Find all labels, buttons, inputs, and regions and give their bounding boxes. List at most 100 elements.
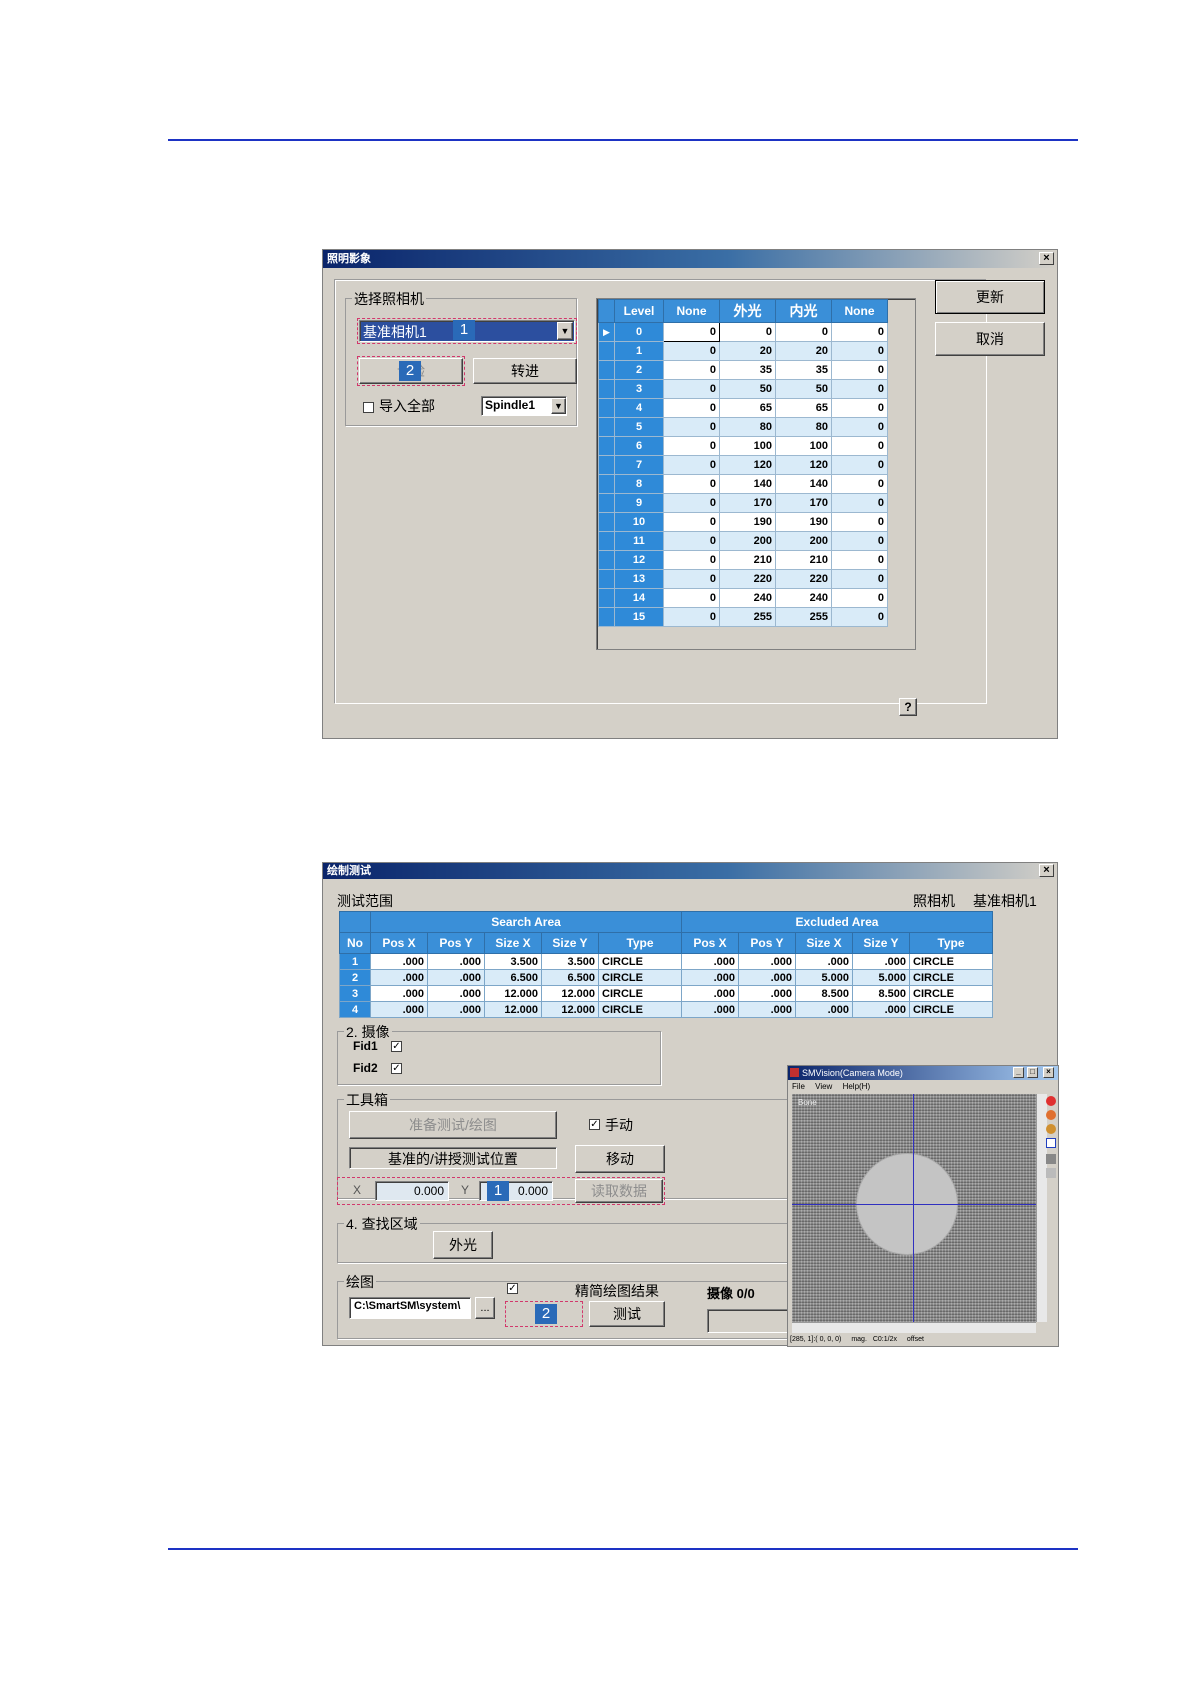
value-cell[interactable]: 6.500 [484,969,542,986]
horizontal-scrollbar[interactable] [792,1322,1036,1333]
value-cell[interactable]: .000 [370,985,428,1002]
value-cell[interactable]: 3.500 [541,953,599,970]
menu-file[interactable]: File [792,1082,805,1091]
value-cell[interactable]: 100 [775,436,832,456]
fid1-checkbox[interactable]: ✓ [391,1041,402,1052]
value-cell[interactable]: CIRCLE [598,953,682,970]
value-cell[interactable]: 0 [663,341,720,361]
value-cell[interactable]: 170 [719,493,776,513]
value-cell[interactable]: .000 [427,1001,485,1018]
table-row[interactable]: 3 0 50 50 0 [598,379,888,399]
zoom-in-icon[interactable] [1046,1096,1056,1106]
value-cell[interactable]: CIRCLE [598,985,682,1002]
value-cell[interactable]: 12.000 [541,985,599,1002]
table-row[interactable]: 14 0 240 240 0 [598,588,888,608]
value-cell[interactable]: CIRCLE [909,969,993,986]
value-cell[interactable]: 120 [719,455,776,475]
table-row[interactable]: 2.000.000 6.500 6.500 CIRCLE .000.000 5.000 5.… [339,969,993,986]
value-cell[interactable]: 0 [831,588,888,608]
value-cell[interactable]: .000 [738,969,796,986]
update-button[interactable]: 更新 [935,280,1045,314]
table-row[interactable]: 1.000.000 3.500 3.500 CIRCLE .000.000.000.00… [339,953,993,970]
cancel-button[interactable]: 取消 [935,322,1045,356]
value-cell[interactable]: 190 [719,512,776,532]
value-cell[interactable]: 50 [775,379,832,399]
value-cell[interactable]: .000 [852,953,910,970]
value-cell[interactable]: .000 [852,1001,910,1018]
close-icon[interactable]: × [1039,864,1054,877]
menu-help[interactable]: Help(H) [843,1082,871,1091]
value-cell[interactable]: 0 [663,436,720,456]
x-input[interactable]: 0.000 [375,1181,449,1201]
simplified-checkbox[interactable]: ✓ [507,1283,518,1294]
chevron-down-icon[interactable]: ▼ [551,398,566,414]
value-cell[interactable]: 170 [775,493,832,513]
value-cell[interactable]: 3.500 [484,953,542,970]
value-cell[interactable]: 0 [831,322,888,342]
value-cell[interactable]: 120 [775,455,832,475]
value-cell[interactable]: .000 [427,969,485,986]
value-cell[interactable]: 0 [831,436,888,456]
value-cell[interactable]: 0 [663,379,720,399]
value-cell[interactable]: 0 [831,455,888,475]
prepare-test-button[interactable]: 准备测试/绘图 [349,1111,557,1139]
table-row[interactable]: 12 0 210 210 0 [598,550,888,570]
value-cell[interactable]: 0 [663,569,720,589]
value-cell[interactable]: 0 [663,322,720,342]
value-cell[interactable]: 190 [775,512,832,532]
value-cell[interactable]: 35 [775,360,832,380]
zoom-fit-icon[interactable] [1046,1124,1056,1134]
value-cell[interactable]: 0 [663,360,720,380]
value-cell[interactable]: .000 [427,953,485,970]
area-table[interactable]: Search Area Excluded Area No Pos X Pos Y Si… [339,911,993,1018]
value-cell[interactable]: 240 [719,588,776,608]
value-cell[interactable]: 200 [719,531,776,551]
value-cell[interactable]: 140 [719,474,776,494]
minimize-icon[interactable]: _ [1013,1067,1024,1078]
value-cell[interactable]: 0 [663,512,720,532]
table-row[interactable]: 1 0 20 20 0 [598,341,888,361]
value-cell[interactable]: 0 [831,379,888,399]
value-cell[interactable]: 0 [831,398,888,418]
value-cell[interactable]: 0 [775,322,832,342]
value-cell[interactable]: CIRCLE [909,953,993,970]
value-cell[interactable]: 65 [719,398,776,418]
value-cell[interactable]: .000 [370,969,428,986]
value-cell[interactable]: CIRCLE [598,1001,682,1018]
value-cell[interactable]: 255 [719,607,776,627]
value-cell[interactable]: .000 [427,985,485,1002]
value-cell[interactable]: .000 [681,985,739,1002]
value-cell[interactable]: .000 [738,1001,796,1018]
value-cell[interactable]: .000 [795,953,853,970]
value-cell[interactable]: CIRCLE [909,1001,993,1018]
value-cell[interactable]: 210 [775,550,832,570]
value-cell[interactable]: 8.500 [795,985,853,1002]
value-cell[interactable]: 240 [775,588,832,608]
value-cell[interactable]: 12.000 [484,985,542,1002]
fill-icon[interactable] [1046,1154,1056,1164]
menu-view[interactable]: View [815,1082,832,1091]
manual-checkbox[interactable]: ✓ [589,1119,600,1130]
read-data-button[interactable]: 读取数据 [575,1179,663,1203]
value-cell[interactable]: 8.500 [852,985,910,1002]
table-row[interactable]: 6 0 100 100 0 [598,436,888,456]
value-cell[interactable]: 255 [775,607,832,627]
table-row[interactable]: 3.000.000 12.000 12.000 CIRCLE .000.000 8.500… [339,985,993,1002]
table-row[interactable]: 4 0 65 65 0 [598,398,888,418]
close-icon[interactable]: × [1039,252,1054,265]
value-cell[interactable]: 6.500 [541,969,599,986]
value-cell[interactable]: 0 [663,417,720,437]
table-row[interactable]: 4.000.000 12.000 12.000 CIRCLE .000.000.000.… [339,1001,993,1018]
value-cell[interactable]: 0 [831,493,888,513]
value-cell[interactable]: .000 [681,953,739,970]
value-cell[interactable]: 0 [663,550,720,570]
value-cell[interactable]: .000 [370,1001,428,1018]
value-cell[interactable]: .000 [738,985,796,1002]
value-cell[interactable]: 50 [719,379,776,399]
value-cell[interactable]: 0 [831,607,888,627]
value-cell[interactable]: .000 [795,1001,853,1018]
value-cell[interactable]: 0 [663,474,720,494]
value-cell[interactable]: 0 [831,474,888,494]
value-cell[interactable]: 0 [831,531,888,551]
value-cell[interactable]: 0 [719,322,776,342]
